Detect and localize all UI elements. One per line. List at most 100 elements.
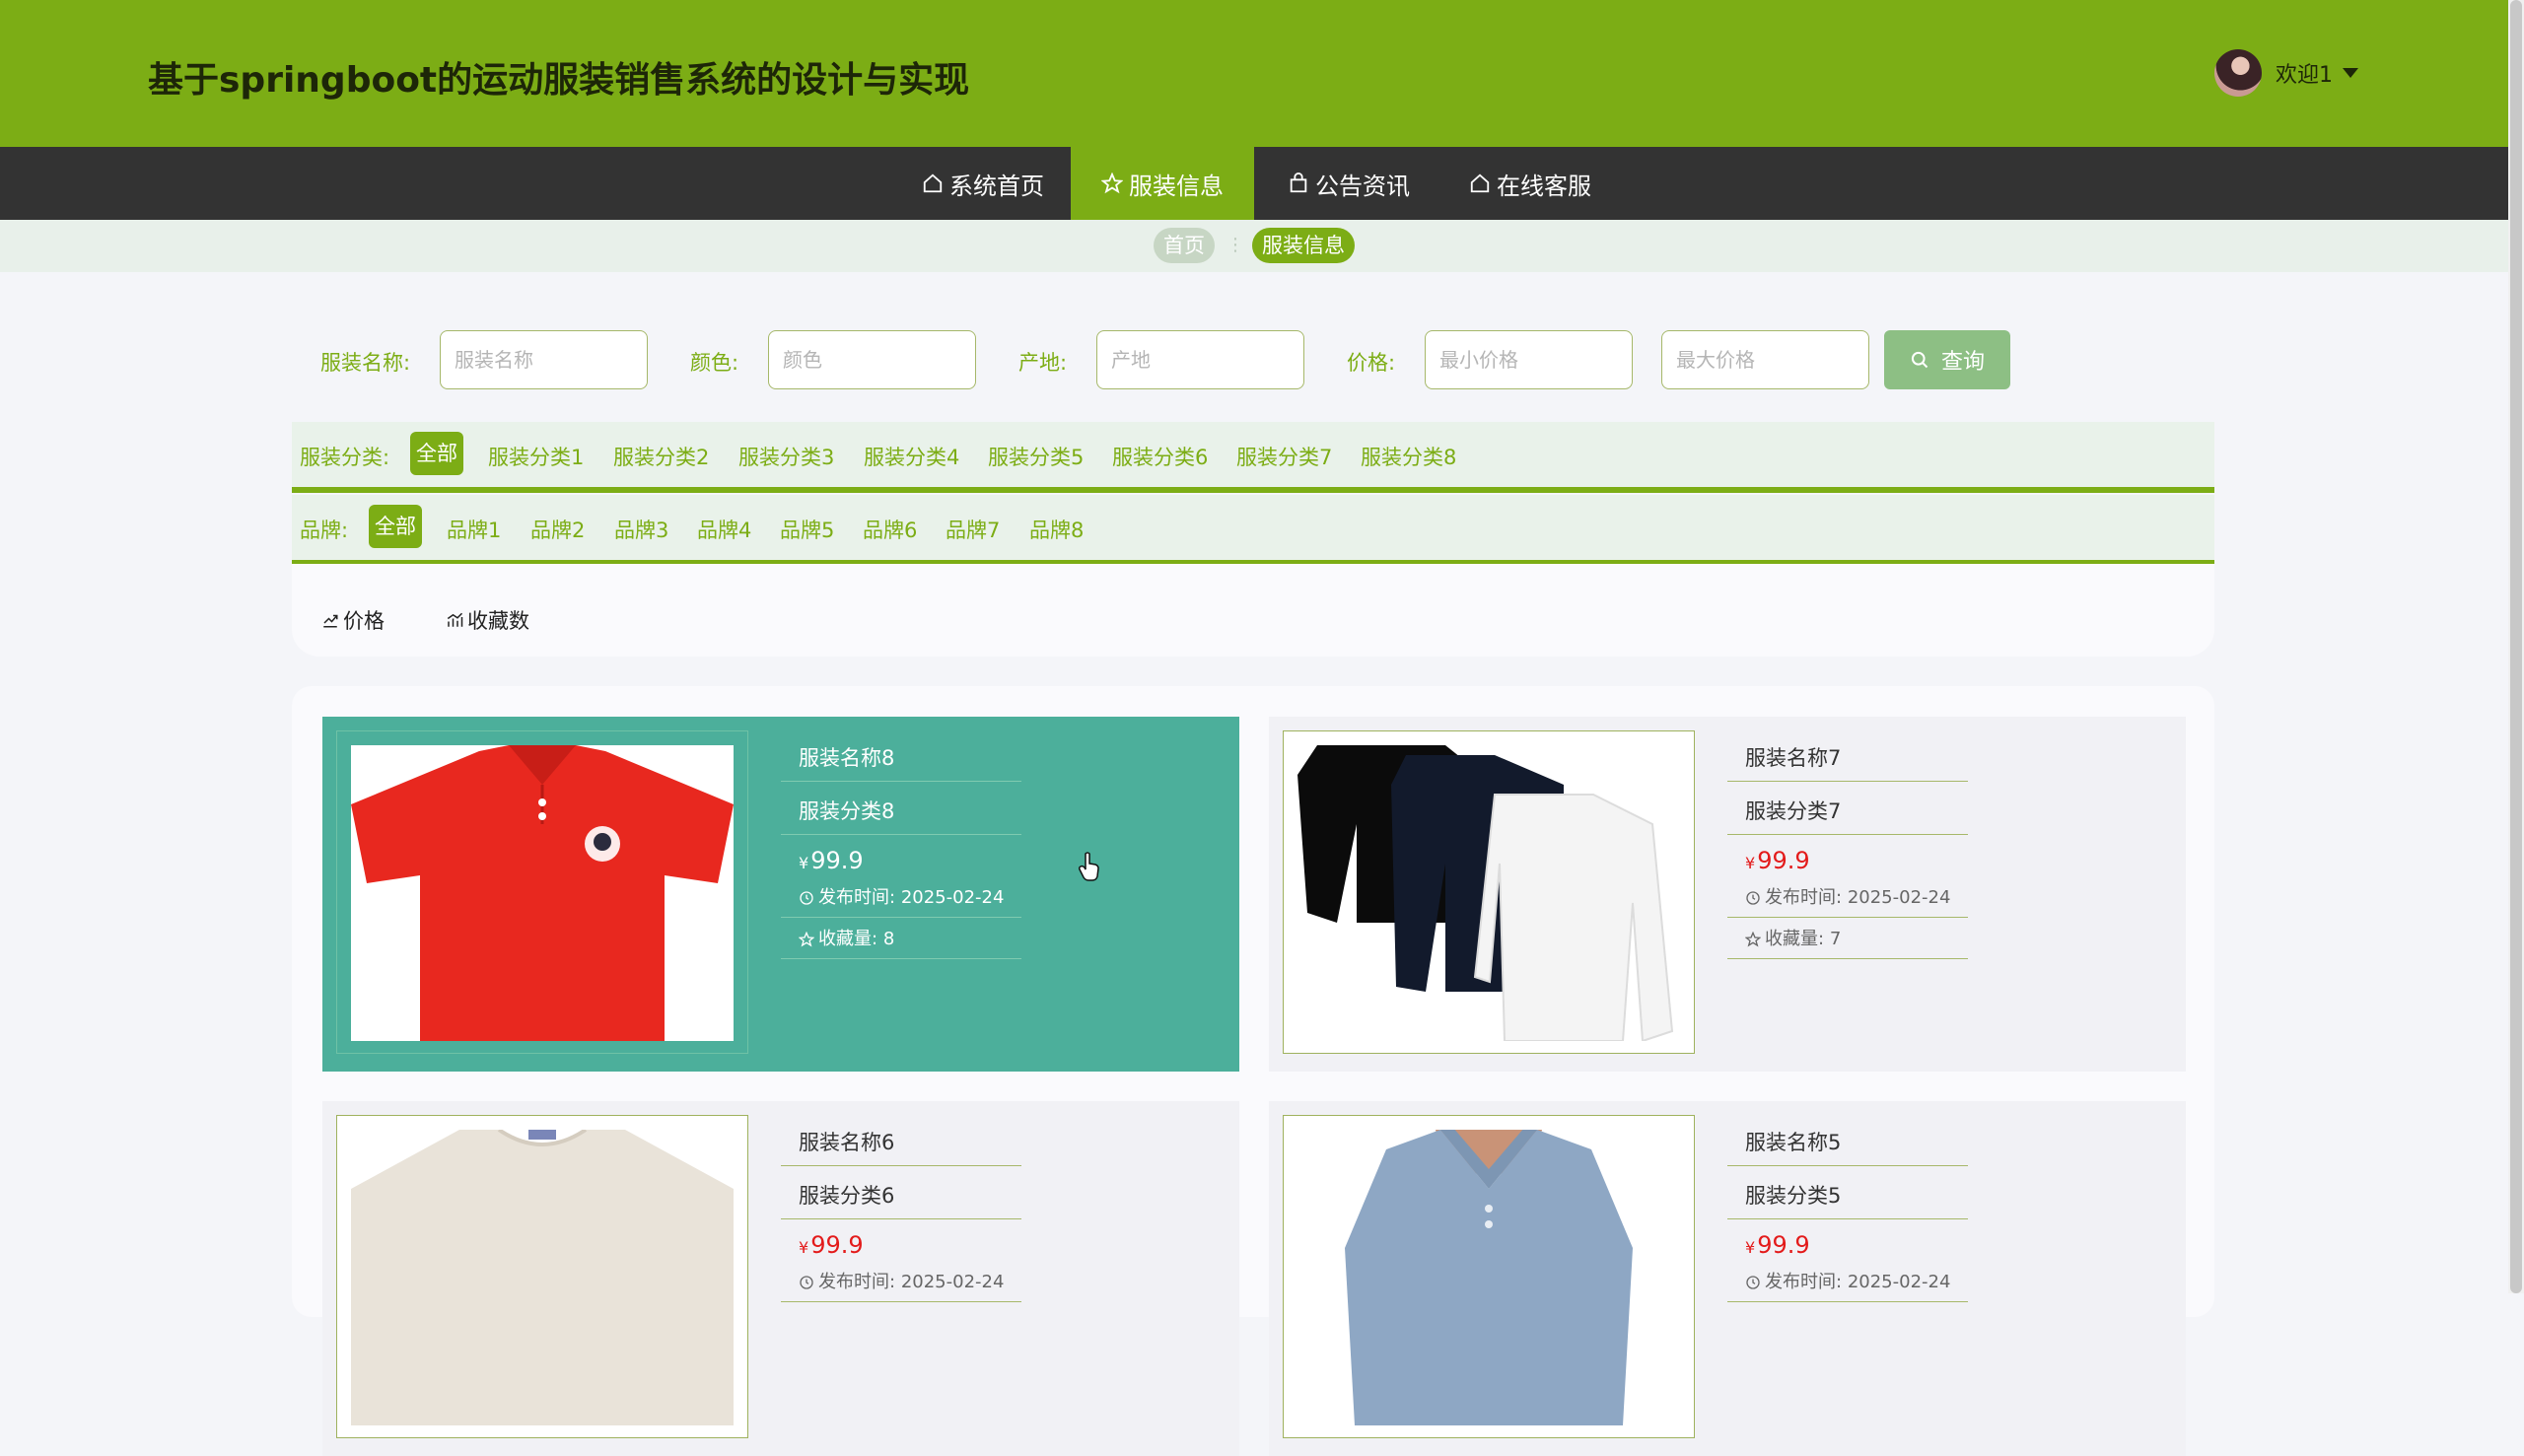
red-polo-shirt-image (351, 745, 734, 1041)
home-icon (923, 173, 943, 193)
brand-chip-4[interactable]: 品牌4 (697, 515, 751, 544)
product-price: ¥99.9 (1727, 1225, 1968, 1265)
product-price-value: 99.9 (1757, 1231, 1810, 1259)
fav-label: 收藏量: (818, 928, 878, 949)
product-image-frame (1283, 730, 1695, 1054)
product-image[interactable] (1297, 1130, 1680, 1425)
brand-filter: 品牌: 全部 品牌1 品牌2 品牌3 品牌4 品牌5 品牌6 品牌7 品牌8 (292, 495, 2214, 566)
product-price-value: 99.9 (810, 1231, 864, 1259)
nav-news[interactable]: 公告资讯 (1260, 147, 1437, 220)
product-time: 发布时间: 2025-02-24 (781, 878, 1021, 918)
category-filter: 服装分类: 全部 服装分类1 服装分类2 服装分类3 服装分类4 服装分类5 服… (292, 422, 2214, 493)
sort-favorites[interactable]: 收藏数 (446, 605, 529, 635)
star-icon (1101, 173, 1123, 194)
search-button[interactable]: 查询 (1884, 330, 2010, 389)
brand-chip-5[interactable]: 品牌5 (780, 515, 834, 544)
category-filter-label: 服装分类: (300, 446, 390, 469)
product-name[interactable]: 服装名称8 (781, 734, 1021, 782)
beige-tshirt-image (351, 1130, 734, 1425)
breadcrumb-home[interactable]: 首页 (1154, 228, 1215, 263)
color-input[interactable] (768, 330, 976, 389)
product-time: 发布时间: 2025-02-24 (1727, 878, 1968, 918)
product-category: 服装分类7 (1727, 788, 1968, 835)
product-image-frame (336, 730, 748, 1054)
site-title: 基于springboot的运动服装销售系统的设计与实现 (148, 60, 970, 101)
home-icon (1470, 173, 1490, 193)
nav-news-label: 公告资讯 (1315, 172, 1410, 200)
clock-icon (800, 1275, 813, 1289)
product-name[interactable]: 服装名称6 (781, 1119, 1021, 1166)
category-chip-4[interactable]: 服装分类4 (864, 442, 959, 471)
avatar[interactable] (2214, 49, 2262, 97)
currency-symbol: ¥ (1745, 1238, 1756, 1257)
product-card[interactable]: 服装名称7 服装分类7 ¥99.9 发布时间: 2025-02-24 收藏量: … (1269, 717, 2186, 1072)
welcome-text[interactable]: 欢迎1 (2276, 57, 2333, 89)
product-favorites: 收藏量: 8 (781, 920, 1021, 959)
brand-chip-1[interactable]: 品牌1 (447, 515, 501, 544)
category-chip-1[interactable]: 服装分类1 (488, 442, 584, 471)
name-input[interactable] (440, 330, 648, 389)
product-name[interactable]: 服装名称7 (1727, 734, 1968, 782)
time-value: 2025-02-24 (900, 1271, 1005, 1292)
origin-input[interactable] (1096, 330, 1304, 389)
time-label: 发布时间: (818, 1271, 896, 1292)
product-name[interactable]: 服装名称5 (1727, 1119, 1968, 1166)
product-card[interactable]: 服装名称8 服装分类8 ¥99.9 发布时间: 2025-02-24 收藏量: … (322, 717, 1239, 1072)
product-image[interactable] (351, 745, 734, 1041)
sort-price[interactable]: 价格 (321, 605, 385, 635)
fav-label: 收藏量: (1765, 928, 1825, 949)
product-time: 发布时间: 2025-02-24 (781, 1263, 1021, 1302)
nav-home[interactable]: 系统首页 (899, 147, 1067, 220)
max-price-input[interactable] (1661, 330, 1869, 389)
min-price-input[interactable] (1425, 330, 1633, 389)
chevron-down-icon[interactable] (2343, 68, 2358, 78)
brand-chip-8[interactable]: 品牌8 (1029, 515, 1084, 544)
blue-polo-shirt-image (1297, 1130, 1680, 1425)
long-sleeve-shirts-image (1297, 745, 1680, 1041)
brand-filter-label: 品牌: (300, 519, 349, 542)
product-card[interactable]: 服装名称6 服装分类6 ¥99.9 发布时间: 2025-02-24 (322, 1101, 1239, 1456)
product-price-value: 99.9 (810, 847, 864, 874)
brand-chip-7[interactable]: 品牌7 (946, 515, 1000, 544)
time-label: 发布时间: (1765, 1271, 1843, 1292)
product-image-frame (336, 1115, 748, 1438)
brand-chip-all[interactable]: 全部 (369, 505, 422, 548)
category-chip-2[interactable]: 服装分类2 (613, 442, 709, 471)
brand-chip-3[interactable]: 品牌3 (614, 515, 668, 544)
sort-price-label: 价格 (343, 609, 385, 633)
product-price-value: 99.9 (1757, 847, 1810, 874)
time-value: 2025-02-24 (900, 886, 1005, 908)
sort-panel: 价格 收藏数 (292, 564, 2214, 657)
product-card[interactable]: 服装名称5 服装分类5 ¥99.9 发布时间: 2025-02-24 (1269, 1101, 2186, 1456)
star-icon (1745, 931, 1761, 946)
breadcrumb-separator: ⋮ (1227, 235, 1244, 256)
nav-service[interactable]: 在线客服 (1443, 147, 1617, 220)
clock-icon (1746, 1275, 1760, 1289)
category-chip-all[interactable]: 全部 (410, 432, 463, 475)
category-chip-6[interactable]: 服装分类6 (1112, 442, 1208, 471)
brand-chip-6[interactable]: 品牌6 (863, 515, 917, 544)
chart-icon (447, 612, 463, 627)
color-label: 颜色: (690, 351, 739, 375)
brand-chip-2[interactable]: 品牌2 (530, 515, 585, 544)
category-chip-3[interactable]: 服装分类3 (738, 442, 834, 471)
product-category: 服装分类6 (781, 1172, 1021, 1219)
nav-clothing[interactable]: 服装信息 (1071, 147, 1254, 220)
product-image[interactable] (351, 1130, 734, 1425)
category-chip-5[interactable]: 服装分类5 (988, 442, 1084, 471)
category-chip-8[interactable]: 服装分类8 (1361, 442, 1456, 471)
breadcrumb-current: 服装信息 (1252, 228, 1355, 263)
fav-value: 8 (882, 928, 895, 949)
product-list: 服装名称8 服装分类8 ¥99.9 发布时间: 2025-02-24 收藏量: … (292, 686, 2214, 1456)
currency-symbol: ¥ (799, 1238, 809, 1257)
scrollbar-thumb[interactable] (2510, 0, 2522, 1293)
bag-icon (1290, 173, 1307, 193)
currency-symbol: ¥ (799, 854, 809, 872)
origin-label: 产地: (1018, 351, 1068, 375)
user-menu[interactable]: 欢迎1 (2214, 47, 2358, 99)
product-category: 服装分类5 (1727, 1172, 1968, 1219)
product-image[interactable] (1297, 745, 1680, 1041)
header: 基于springboot的运动服装销售系统的设计与实现 欢迎1 (0, 0, 2524, 147)
category-chip-7[interactable]: 服装分类7 (1236, 442, 1332, 471)
product-time: 发布时间: 2025-02-24 (1727, 1263, 1968, 1302)
